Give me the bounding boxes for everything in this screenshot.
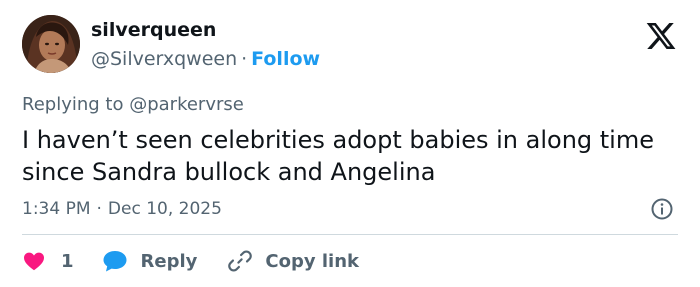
tweet-time[interactable]: 1:34 PM: [22, 199, 91, 219]
handle-separator: ·: [241, 48, 248, 70]
action-bar: 1 Reply Copy link: [22, 247, 359, 275]
handle-row: @Silverxqween · Follow: [91, 48, 320, 70]
divider: [22, 234, 678, 235]
copy-link-button[interactable]: Copy link: [227, 248, 359, 274]
replying-to-mention[interactable]: @parkervrse: [129, 94, 244, 115]
avatar[interactable]: [22, 15, 80, 73]
x-logo-icon[interactable]: [645, 20, 677, 52]
reply-bubble-icon: [103, 251, 127, 272]
tweet-date[interactable]: Dec 10, 2025: [108, 199, 222, 219]
copy-link-label: Copy link: [265, 250, 359, 272]
avatar-image: [22, 15, 80, 73]
like-button[interactable]: 1: [22, 249, 102, 273]
like-count: 1: [61, 250, 74, 272]
tweet-text: I haven’t seen celebrities adopt babies …: [22, 126, 654, 186]
replying-to: Replying to @parkervrse: [22, 94, 244, 115]
heart-icon: [24, 252, 44, 271]
reply-label: Reply: [140, 250, 198, 272]
follow-button[interactable]: Follow: [251, 48, 320, 70]
timestamp[interactable]: 1:34 PM · Dec 10, 2025: [22, 199, 222, 219]
link-icon: [228, 250, 253, 272]
timestamp-separator: ·: [96, 199, 102, 219]
info-icon[interactable]: [650, 197, 674, 221]
replying-to-prefix: Replying to: [22, 94, 124, 115]
display-name[interactable]: silverqueen: [91, 19, 216, 41]
reply-button[interactable]: Reply: [102, 249, 228, 273]
user-handle[interactable]: @Silverxqween: [91, 48, 237, 70]
